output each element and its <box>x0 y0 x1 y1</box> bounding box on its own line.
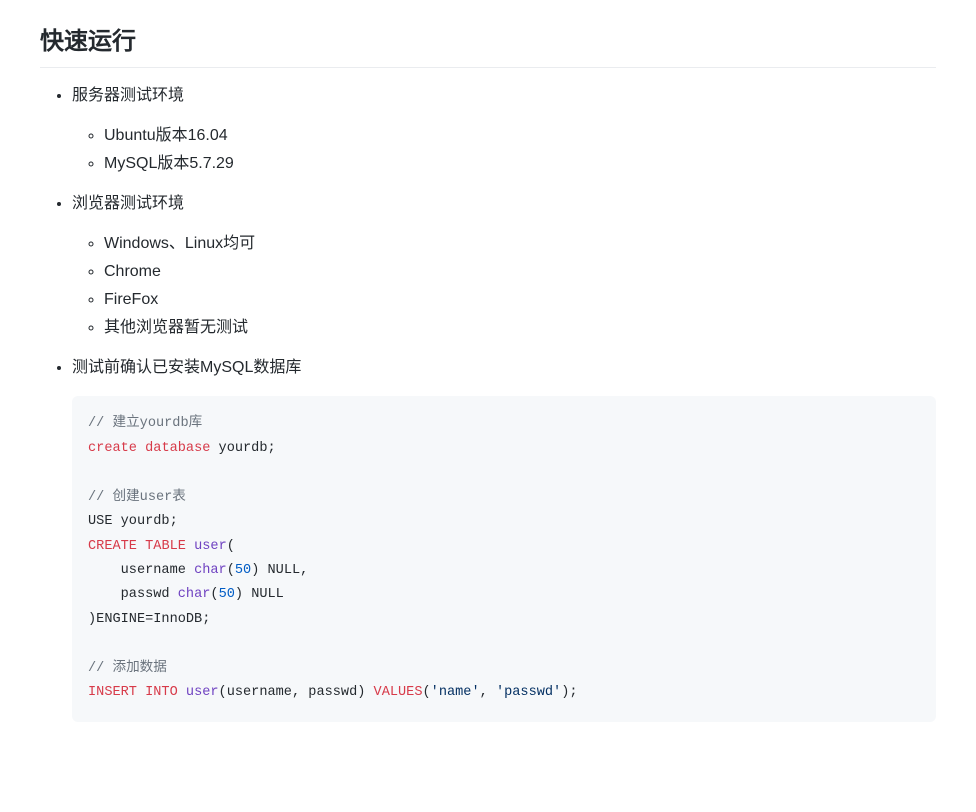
list-item: FireFox <box>104 288 936 312</box>
server-env-sublist: Ubuntu版本16.04 MySQL版本5.7.29 <box>72 124 936 176</box>
browser-env-sublist: Windows、Linux均可 Chrome FireFox 其他浏览器暂无测试 <box>72 232 936 340</box>
main-list: 服务器测试环境 Ubuntu版本16.04 MySQL版本5.7.29 浏览器测… <box>40 84 936 722</box>
mysql-pre-title: 测试前确认已安装MySQL数据库 <box>72 356 936 380</box>
list-item: Windows、Linux均可 <box>104 232 936 256</box>
list-item: MySQL版本5.7.29 <box>104 152 936 176</box>
list-item: 测试前确认已安装MySQL数据库 // 建立yourdb库 create dat… <box>72 356 936 722</box>
section-heading: 快速运行 <box>40 24 936 68</box>
list-item: 其他浏览器暂无测试 <box>104 316 936 340</box>
server-env-title: 服务器测试环境 <box>72 84 936 108</box>
list-item: Ubuntu版本16.04 <box>104 124 936 148</box>
code-content: // 建立yourdb库 create database yourdb; // … <box>88 416 578 700</box>
code-block: // 建立yourdb库 create database yourdb; // … <box>72 396 936 722</box>
list-item: 浏览器测试环境 Windows、Linux均可 Chrome FireFox 其… <box>72 192 936 340</box>
list-item: Chrome <box>104 260 936 284</box>
list-item: 服务器测试环境 Ubuntu版本16.04 MySQL版本5.7.29 <box>72 84 936 176</box>
browser-env-title: 浏览器测试环境 <box>72 192 936 216</box>
